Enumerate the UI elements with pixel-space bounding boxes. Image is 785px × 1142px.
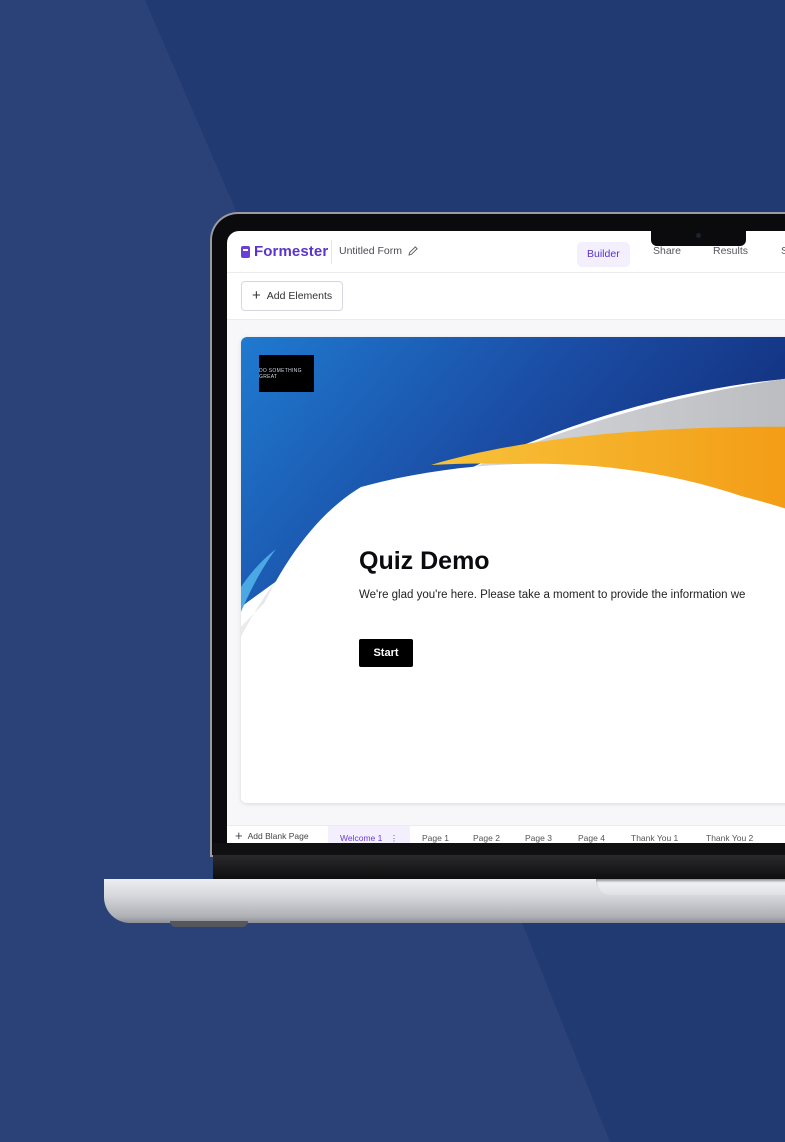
plus-icon: +: [235, 828, 243, 843]
tab-builder[interactable]: Builder: [577, 242, 630, 267]
camera-notch: [651, 229, 746, 246]
form-title-text: Untitled Form: [339, 245, 403, 257]
page-tab-welcome-1[interactable]: Welcome 1 ⋮: [328, 826, 411, 843]
formester-logo-icon: [241, 245, 250, 258]
add-elements-label: Add Elements: [266, 290, 333, 302]
brand-name: Formester: [254, 243, 329, 260]
trackpad-notch: [596, 879, 785, 895]
page-tab-page-4[interactable]: Page 4: [578, 833, 605, 843]
form-title-heading: Quiz Demo: [359, 547, 490, 575]
page-tab-thank-you-1[interactable]: Thank You 1: [631, 833, 678, 843]
form-canvas: DO SOMETHING GREAT Quiz Demo We're glad …: [227, 320, 785, 825]
plus-icon: +: [252, 287, 261, 304]
page-tab-label: Welcome 1: [340, 833, 383, 843]
page-tab-thank-you-2[interactable]: Thank You 2: [706, 833, 753, 843]
header-artwork: [241, 337, 785, 803]
page-tab-page-2[interactable]: Page 2: [473, 833, 500, 843]
tab-results[interactable]: Results: [703, 243, 758, 268]
welcome-page-card[interactable]: DO SOMETHING GREAT Quiz Demo We're glad …: [241, 337, 785, 803]
laptop-screen: Formester Untitled Form Builder Share Re…: [227, 231, 785, 843]
page-tab-page-3[interactable]: Page 3: [525, 833, 552, 843]
form-logo: DO SOMETHING GREAT: [259, 355, 314, 392]
add-blank-page-label: Add Blank Page: [247, 831, 309, 841]
tab-settings[interactable]: S: [771, 243, 785, 268]
add-elements-button[interactable]: + Add Elements: [241, 281, 344, 311]
laptop-foot: [170, 921, 248, 927]
pencil-icon[interactable]: [407, 245, 419, 257]
add-blank-page-button[interactable]: + Add Blank Page: [235, 828, 309, 843]
formester-logo[interactable]: Formester: [241, 243, 328, 260]
tab-share[interactable]: Share: [643, 243, 691, 268]
builder-toolbar: + Add Elements: [227, 273, 785, 320]
start-button[interactable]: Start: [359, 639, 413, 667]
laptop-hinge: [213, 855, 785, 880]
form-title[interactable]: Untitled Form: [339, 245, 419, 257]
page-tab-page-1[interactable]: Page 1: [422, 833, 449, 843]
header-divider: [331, 240, 332, 264]
pages-bar: + Add Blank Page Welcome 1 ⋮ Page 1 Page…: [227, 825, 785, 843]
form-description: We're glad you're here. Please take a mo…: [359, 589, 746, 601]
more-vertical-icon[interactable]: ⋮: [390, 833, 399, 843]
